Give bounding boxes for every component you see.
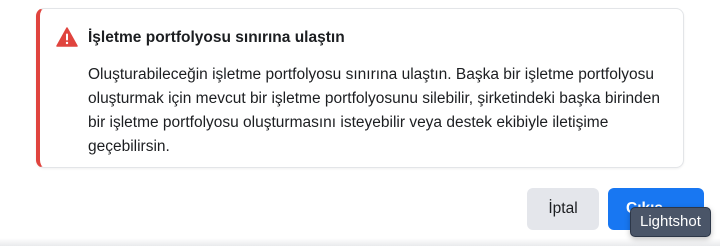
alert-message: Oluşturabileceğin işletme portfolyosu sı… [88,66,661,155]
lightshot-tooltip: Lightshot [630,207,711,237]
dialog-page: İşletme portfolyosu sınırına ulaştın Olu… [0,0,720,246]
limit-reached-alert: İşletme portfolyosu sınırına ulaştın Olu… [36,8,684,168]
cancel-button[interactable]: İptal [527,188,599,230]
alert-title: İşletme portfolyosu sınırına ulaştın [88,29,345,46]
warning-triangle-icon [56,27,78,47]
bottom-edge-shadow [0,238,720,246]
